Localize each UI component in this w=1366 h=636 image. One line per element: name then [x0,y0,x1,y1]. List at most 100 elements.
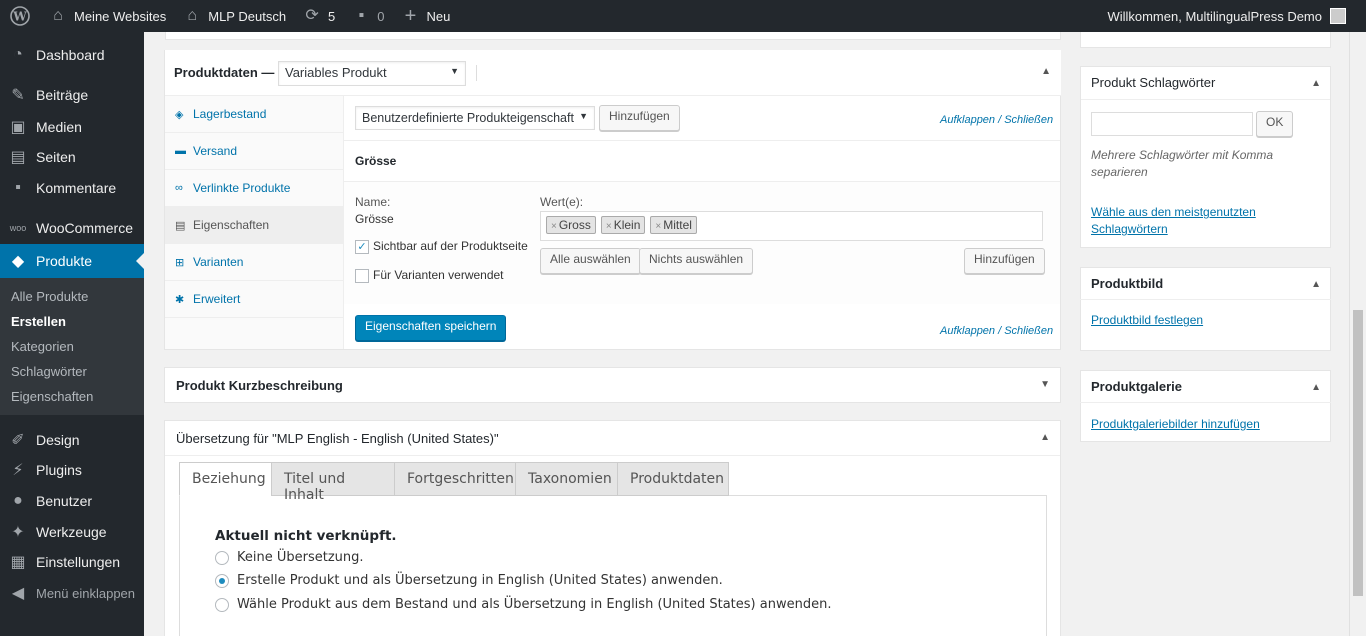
add-gallery-images-link[interactable]: Produktgaleriebilder hinzufügen [1091,417,1260,431]
product-gallery-title-text: Produktgalerie [1091,379,1183,394]
tag-label: Mittel [663,218,692,232]
menu-comments[interactable]: ▪ Kommentare [0,172,144,204]
menu-tools[interactable]: ✦ Werkzeuge [0,516,144,547]
select-all-button[interactable]: Alle auswählen [540,248,641,274]
menu-label: Design [36,432,80,448]
attribute-heading-row[interactable]: Grösse [344,140,1060,182]
updates-menu[interactable]: ⟳ 5 [294,0,343,32]
new-content-menu[interactable]: + Neu [393,0,459,32]
tab-label: Verlinkte Produkte [193,181,291,195]
menu-products[interactable]: ◆ Produkte [0,244,144,278]
radio-create-product[interactable] [215,573,229,588]
values-input[interactable]: × Gross × Klein × Mittel [540,211,1043,241]
option-no-translation[interactable]: Keine Übersetzung. [215,550,364,565]
comments-menu[interactable]: ▪ 0 [343,0,392,32]
menu-pages[interactable]: ▤ Seiten [0,142,144,172]
collapse-arrow-icon[interactable]: ▲ [1311,382,1321,393]
tab-taxonomies[interactable]: Taxonomien [515,462,618,496]
collapse-menu-button[interactable]: ◀ Menü einklappen [0,577,144,609]
radio-no-translation[interactable] [215,550,229,565]
account-menu[interactable]: Willkommen, MultilingualPress Demo [1107,0,1346,32]
tab-advanced-translation[interactable]: Fortgeschritten [394,462,516,496]
variations-checkbox[interactable] [355,268,369,283]
collapse-arrow-icon[interactable]: ▲ [1041,66,1051,77]
collapse-arrow-icon[interactable]: ▲ [1040,432,1050,443]
tab-advanced[interactable]: ✱ Erweitert [165,281,343,318]
menu-dashboard[interactable]: ◔ Dashboard [0,38,144,72]
visible-checkbox[interactable]: ✓ [355,239,369,254]
tab-attributes[interactable]: ▤ Eigenschaften [165,207,343,244]
menu-users[interactable]: ● Benutzer [0,485,144,516]
product-tags-title[interactable]: Produkt Schlagwörter ▲ [1080,67,1331,99]
remove-icon[interactable]: × [606,221,612,232]
new-tag-input[interactable] [1091,112,1253,136]
add-value-button[interactable]: Hinzufügen [964,248,1045,274]
page-scrollbar[interactable] [1349,32,1366,636]
submenu-tags[interactable]: Schlagwörter [0,359,144,384]
tab-inventory[interactable]: ◈ Lagerbestand [165,96,343,133]
option-create-product[interactable]: Erstelle Produkt und als Übersetzung in … [215,573,723,588]
option-select-existing[interactable]: Wähle Produkt aus dem Bestand und als Üb… [215,597,831,612]
submenu-categories[interactable]: Kategorien [0,334,144,359]
submenu-all-products[interactable]: Alle Produkte [0,284,144,309]
value-tag[interactable]: × Mittel [650,216,697,234]
tab-title-content[interactable]: Titel und Inhalt [271,462,395,503]
attribute-heading: Grösse [355,154,397,168]
home-icon: ⌂ [187,7,198,24]
expand-collapse-links-bottom: Aufklappen / Schließen [940,322,1053,337]
pin-icon: ✎ [11,87,25,104]
set-product-image-link[interactable]: Produktbild festlegen [1091,313,1203,327]
tab-product-data[interactable]: Produktdaten [617,462,729,496]
expand-all-link[interactable]: Aufklappen [940,325,995,337]
product-image-title[interactable]: Produktbild ▲ [1080,268,1331,300]
short-description-box[interactable]: Produkt Kurzbeschreibung ▼ [164,367,1061,403]
submenu-attributes[interactable]: Eigenschaften [0,384,144,409]
my-sites-label: Meine Websites [74,8,167,24]
menu-woocommerce[interactable]: woo WooCommerce [0,212,144,244]
media-icon: ▣ [10,119,26,136]
select-none-button[interactable]: Nichts auswählen [639,248,754,274]
submenu-add-new[interactable]: Erstellen [0,309,144,334]
save-attributes-button[interactable]: Eigenschaften speichern [355,315,507,341]
right-top-box-fragment [1080,32,1331,48]
wordpress-logo[interactable]: W [0,0,40,32]
add-attribute-button[interactable]: Hinzufügen [599,105,680,131]
attribute-taxonomy-select[interactable]: Benutzerdefinierte Produkteigenschaft ▼ [355,106,595,130]
radio-select-existing[interactable] [215,597,229,612]
scrollbar-thumb[interactable] [1353,310,1363,596]
menu-plugins[interactable]: ⚡ Plugins [0,455,144,485]
product-gallery-title[interactable]: Produktgalerie ▲ [1080,371,1331,403]
chevron-down-icon: ▼ [579,111,588,121]
woo-icon: woo [9,223,27,233]
option-label: Keine Übersetzung. [237,550,364,565]
add-tag-ok-button[interactable]: OK [1256,111,1294,137]
menu-settings[interactable]: ▦ Einstellungen [0,547,144,577]
remove-icon[interactable]: × [551,221,557,232]
tab-variations[interactable]: ⊞ Varianten [165,244,343,281]
tab-relationship[interactable]: Beziehung [179,462,272,496]
visible-checkbox-row[interactable]: ✓ Sichtbar auf der Produktseite [355,239,528,254]
menu-label: Dashboard [36,47,105,63]
site-name-menu[interactable]: ⌂ MLP Deutsch [174,0,294,32]
expand-arrow-icon[interactable]: ▼ [1040,379,1050,390]
menu-appearance[interactable]: ✐ Design [0,425,144,455]
wordpress-icon: W [10,6,30,26]
popular-tags-link[interactable]: Wähle aus den meistgenutzten Schlagwörte… [1091,204,1291,238]
tab-linked-products[interactable]: ∞ Verlinkte Produkte [165,170,343,207]
tab-shipping[interactable]: ▬ Versand [165,133,343,170]
tab-label: Versand [193,144,238,158]
close-all-link[interactable]: Schließen [1004,325,1053,337]
close-all-link[interactable]: Schließen [1004,114,1053,126]
product-type-select[interactable]: Variables Produkt ▼ [278,61,466,86]
menu-label: Produkte [36,253,93,269]
my-sites-menu[interactable]: ⌂ Meine Websites [40,0,174,32]
value-tag[interactable]: × Gross [546,216,596,234]
expand-all-link[interactable]: Aufklappen [940,114,995,126]
collapse-arrow-icon[interactable]: ▲ [1311,78,1321,89]
menu-media[interactable]: ▣ Medien [0,112,144,142]
value-tag[interactable]: × Klein [600,216,646,234]
collapse-arrow-icon[interactable]: ▲ [1311,279,1321,290]
variations-checkbox-row[interactable]: Für Varianten verwendet [355,268,504,283]
menu-posts[interactable]: ✎ Beiträge [0,78,144,112]
remove-icon[interactable]: × [655,221,661,232]
